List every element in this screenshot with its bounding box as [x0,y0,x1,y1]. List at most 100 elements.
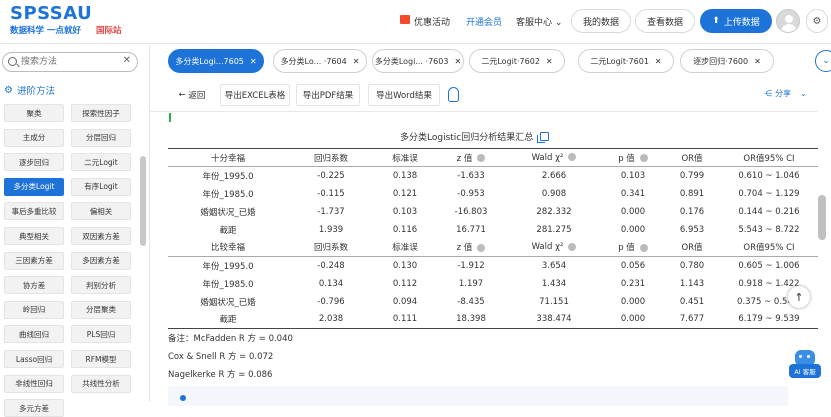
sidebar-scrollbar[interactable] [140,156,146,246]
table-cell: 0.111 [374,310,436,329]
share-label: 分享 [775,89,791,98]
result-tab[interactable]: 多分类Logi... ·7603 ✕ [372,49,464,73]
info-icon[interactable] [568,153,577,161]
column-header: 标准误 [374,238,436,257]
method-button[interactable]: 非线性回归 [4,374,64,393]
share-button[interactable]: ⋲ 分享 ⌄ [764,88,807,99]
result-tab[interactable]: 二元Logit·7602 ✕ [469,49,565,73]
row-label: 年份_1985.0 [202,189,254,200]
method-button[interactable]: 多因素方差 [71,251,131,270]
info-icon[interactable] [477,154,486,162]
analysis-advice-section[interactable] [168,386,788,406]
table-cell: 16.771 [456,224,486,235]
method-button[interactable]: PLS回归 [71,325,131,344]
table-title: 多分类Logistic回归分析结果汇总 [400,130,550,143]
method-button[interactable]: 曲线回归 [4,325,64,344]
intl-site-link[interactable]: 国际站 [96,24,122,36]
export-pdf-button[interactable]: 导出PDF结果 [296,84,360,106]
method-search[interactable]: ✕ [2,52,138,72]
method-button[interactable]: 岭回归 [4,300,64,319]
table-row: 婚姻状况_已婚 -0.796 0.094 -8.435 71.151 0.000 0.451… [168,293,818,311]
my-data-button[interactable]: 我的数据 [571,9,631,33]
table-cell: 0.138 [392,170,418,181]
method-button[interactable]: 主成分 [4,128,64,147]
method-button[interactable]: 分层回归 [71,128,131,147]
info-icon[interactable] [639,154,648,162]
method-button[interactable]: 分层聚类 [71,300,131,319]
scroll-to-top-button[interactable]: ↑ [788,286,810,308]
table-cell: -0.796 [317,296,345,307]
tab-label: 二元Logit·7601 [590,56,649,66]
column-header-label: Wald χ² [531,242,564,253]
upload-label: 上传数据 [723,17,760,28]
chevron-down-icon: ⌄ [800,89,807,98]
ai-support-button[interactable]: AI 客服 [789,348,821,382]
method-button[interactable]: 判别分析 [71,276,131,295]
table-cell: 0.000 [620,224,646,235]
search-input[interactable] [21,55,119,69]
method-button[interactable]: 双因素方差 [71,227,131,245]
method-button[interactable]: 典型相关 [4,227,64,245]
main-scrollbar[interactable] [818,195,826,240]
copy-icon[interactable] [537,132,550,143]
close-icon[interactable]: ✕ [454,57,461,66]
result-tab[interactable]: 多分类Lo... ·7604 ✕ [273,49,367,73]
table-cell: 281.275 [536,224,572,235]
method-button[interactable]: 二元Logit [71,153,131,172]
table-cell: 6.179 ~ 9.539 [720,310,818,329]
column-header-label: 回归系数 [313,243,348,254]
category-advanced[interactable]: ⚙ 进阶方法 [4,81,144,99]
avatar[interactable] [776,9,800,33]
column-header-label: OR值95% CI [743,243,795,254]
settings-gear-icon[interactable]: ⚙ [806,9,828,33]
row-label: 年份_1995.0 [202,171,254,182]
nav-support-label: 客服中心 [516,18,553,28]
method-button[interactable]: 逐步回归 [4,153,64,172]
upload-data-button[interactable]: ⬆ 上传数据 [700,9,772,33]
method-button[interactable]: 有序Logit [71,177,131,196]
row-label: 婚姻状况_已婚 [200,297,256,308]
nav-promotions[interactable]: 优惠活动 [414,15,450,28]
method-button[interactable]: 共线性分析 [71,374,131,393]
method-button[interactable]: 三因素方差 [4,251,64,270]
result-tab[interactable]: 多分类Logi...7605 ✕ [168,49,264,73]
method-button[interactable]: Lasso回归 [4,350,64,368]
close-icon[interactable]: ✕ [353,57,360,66]
section-dot-icon [180,395,186,401]
tab-label: 多分类Logi...7605 [175,56,244,66]
export-excel-button[interactable]: 导出EXCEL表格 [220,84,290,106]
method-button[interactable]: 协方差 [4,276,64,295]
view-data-button[interactable]: 查看数据 [635,9,695,33]
method-button[interactable]: 聚类 [4,104,64,122]
clear-icon[interactable]: ✕ [123,55,131,66]
result-tab[interactable]: 逐步回归·7600 ✕ [680,49,774,73]
tabs-more-icon[interactable]: ⌄ [815,50,831,72]
tab-label: 二元Logit·7602 [481,56,540,66]
nav-membership[interactable]: 开通会员 [466,15,502,28]
close-icon[interactable]: ✕ [655,57,662,66]
back-button[interactable]: ← 返回 [172,84,212,106]
method-button[interactable]: 多分类Logit [4,177,64,196]
lightbulb-icon[interactable] [448,87,459,102]
info-icon[interactable] [477,243,486,252]
logo[interactable]: SPSSAU [10,3,92,24]
table-cell: 0.103 [392,206,418,217]
info-icon[interactable] [568,242,577,251]
result-tab[interactable]: 二元Logit·7601 ✕ [578,49,674,73]
close-icon[interactable]: ✕ [546,57,553,66]
nav-support[interactable]: 客服中心 ⌄ [516,15,562,28]
logo-tagline: 数据科学 一点就好 [10,26,81,36]
info-icon[interactable] [639,243,648,252]
close-icon[interactable]: ✕ [250,57,257,66]
divider [150,111,818,112]
table-title-text: 多分类Logistic回归分析结果汇总 [400,133,534,143]
method-button[interactable]: RFM模型 [71,350,131,368]
method-button[interactable]: 事后多重比较 [4,202,64,221]
method-button[interactable]: 探索性因子 [71,104,131,122]
table-cell: 0.610 ~ 1.046 [738,170,800,181]
close-icon[interactable]: ✕ [754,57,761,66]
tab-label: 逐步回归·7600 [693,56,749,66]
column-header-label: OR值 [681,153,703,164]
method-button[interactable]: 偏相关 [71,202,131,221]
export-word-button[interactable]: 导出Word结果 [368,84,440,106]
